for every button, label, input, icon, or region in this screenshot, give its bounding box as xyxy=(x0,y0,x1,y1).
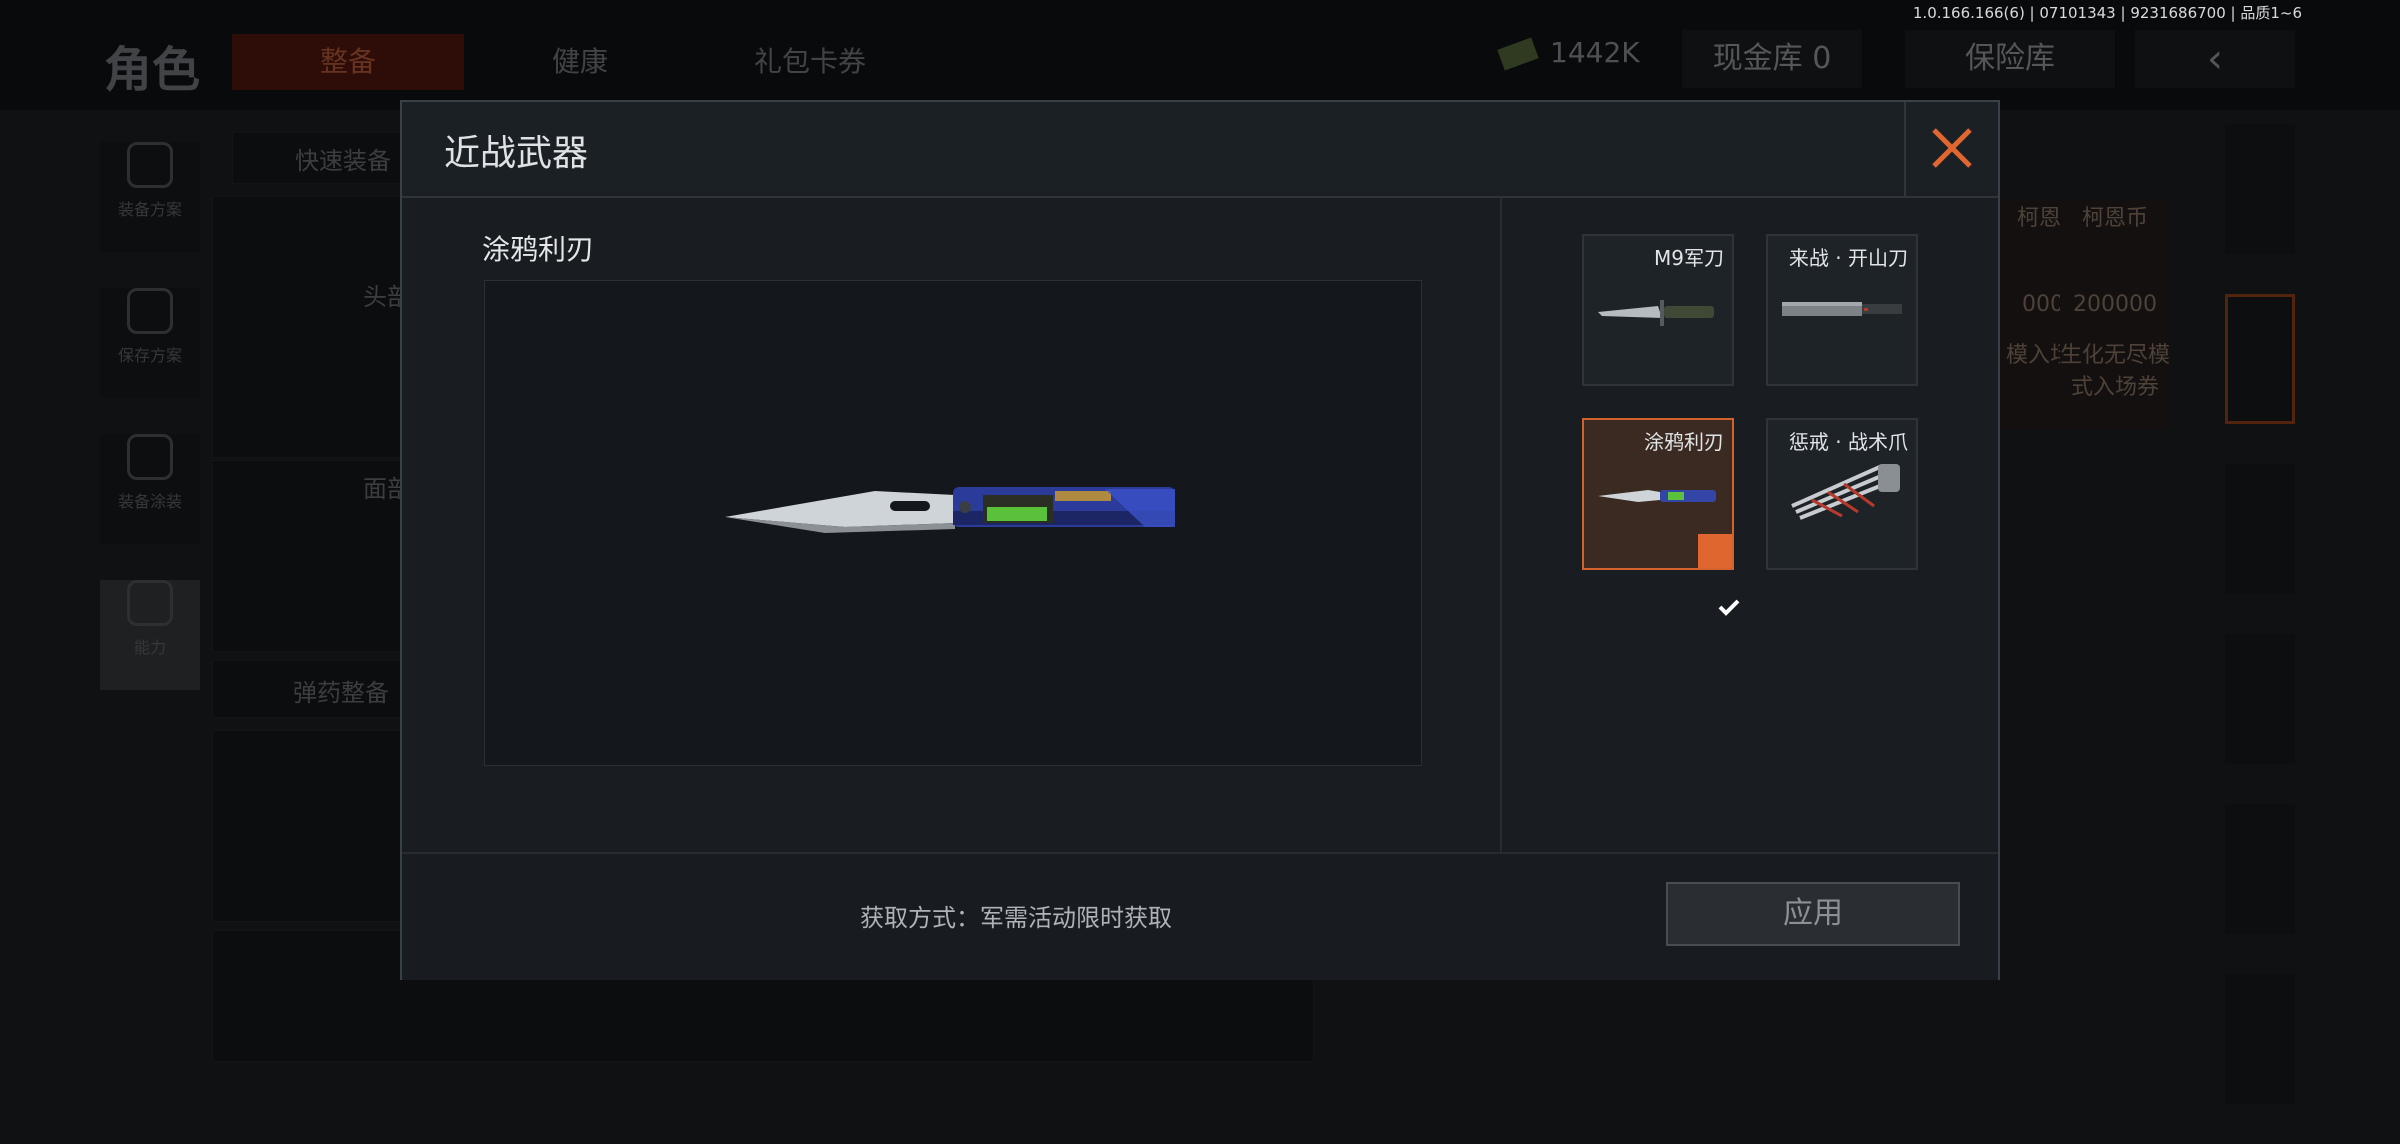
magazine-slot[interactable] xyxy=(2225,804,2295,934)
ammo-button[interactable]: 弹药整备 xyxy=(212,660,404,718)
weapon-card-machete[interactable]: 来战 · 开山刀 xyxy=(1766,234,1918,386)
rifle-slot[interactable] xyxy=(2225,634,2295,764)
page-title: 角色 xyxy=(104,42,201,98)
version-info: 1.0.166.166(6) | 07101343 | 9231686700 |… xyxy=(1912,4,2302,22)
sidebar-item-loadout[interactable]: 装备方案 xyxy=(100,142,200,252)
sidebar-item-label: 能力 xyxy=(133,638,166,657)
dialog-footer: 获取方式：军需活动限时获取 应用 xyxy=(402,852,1998,980)
weapon-card-graffiti-blade[interactable]: 涂鸦利刃 xyxy=(1582,418,1740,616)
selected-check xyxy=(1698,534,1740,616)
sidebar-item-ability[interactable]: 能力 xyxy=(100,580,200,690)
sidebar-item-save[interactable]: 保存方案 xyxy=(100,288,200,398)
sidebar-item-label: 装备涂装 xyxy=(117,492,182,511)
layers-icon[interactable] xyxy=(2225,124,2295,254)
quick-equip-button[interactable]: 快速装备 xyxy=(232,132,404,184)
melee-weapon-dialog: 近战武器 涂鸦利刃 M9军刀 来战 · 开山刀 涂鸦利刃 惩戒 · 战术爪 获取… xyxy=(400,100,2000,980)
shop-item-name: 柯恩币 xyxy=(2081,206,2148,231)
currency-value: 1442K xyxy=(1550,36,1640,69)
butterfly-knife-icon xyxy=(725,487,1175,533)
quick-equip-label: 快速装备 xyxy=(295,147,391,175)
tab-gift-cards[interactable]: 礼包卡券 xyxy=(700,34,920,90)
acquire-method-text: 获取方式：军需活动限时获取 xyxy=(860,904,1172,932)
currency-display: 1442K xyxy=(1497,36,1640,71)
back-button[interactable]: ‹ xyxy=(2135,30,2295,88)
left-sidebar: 装备方案 保存方案 装备涂装 能力 xyxy=(100,124,200,726)
dialog-title: 近战武器 xyxy=(444,133,589,174)
shop-item-amount: 200000 xyxy=(2073,292,2157,317)
tab-equip[interactable]: 整备 xyxy=(232,34,464,90)
tactical-claw-icon xyxy=(1791,464,1900,520)
checkmark-icon xyxy=(1718,599,1740,616)
money-icon xyxy=(1497,37,1539,71)
selected-weapon-name: 涂鸦利刃 xyxy=(482,233,595,266)
dialog-header: 近战武器 xyxy=(402,102,1998,198)
add-icon[interactable] xyxy=(2225,974,2295,1104)
sidebar-item-label: 保存方案 xyxy=(117,346,182,365)
weapon-card-name: 来战 · 开山刀 xyxy=(1788,246,1908,270)
m9-bayonet-icon xyxy=(1598,300,1714,326)
butterfly-knife-icon xyxy=(1598,490,1716,502)
weapon-card-name: 涂鸦利刃 xyxy=(1644,430,1724,454)
cash-vault-button[interactable]: 现金库 0 xyxy=(1682,30,1862,88)
helmet-slot[interactable] xyxy=(2225,464,2295,594)
lightning-icon xyxy=(127,580,173,626)
dialog-divider xyxy=(1500,198,1502,852)
sidebar-item-label: 装备方案 xyxy=(117,200,182,219)
weapon-card-tactical-claw[interactable]: 惩戒 · 战术爪 xyxy=(1766,418,1918,570)
shop-item-desc: 生化无尽模式入场券 xyxy=(2060,343,2171,400)
backpack-icon xyxy=(127,142,173,188)
tab-health[interactable]: 健康 xyxy=(500,34,660,90)
close-icon xyxy=(1932,128,1972,168)
sidebar-item-skin[interactable]: 装备涂装 xyxy=(100,434,200,544)
helmet-icon xyxy=(127,434,173,480)
weapon-card-m9[interactable]: M9军刀 xyxy=(1582,234,1734,386)
insurance-vault-button[interactable]: 保险库 xyxy=(1905,30,2115,88)
download-icon xyxy=(127,288,173,334)
right-slots xyxy=(2220,124,2300,1144)
machete-icon xyxy=(1782,302,1902,316)
ammo-label: 弹药整备 xyxy=(293,679,389,707)
weapon-preview xyxy=(484,280,1422,766)
close-button[interactable] xyxy=(1904,102,1998,196)
weapon-card-name: M9军刀 xyxy=(1654,246,1724,270)
apply-button[interactable]: 应用 xyxy=(1666,882,1960,946)
backpack-slot[interactable] xyxy=(2225,294,2295,424)
shop-item-2[interactable]: 柯恩币 200000 生化无尽模式入场券 xyxy=(2060,200,2170,430)
weapon-card-name: 惩戒 · 战术爪 xyxy=(1788,430,1908,454)
